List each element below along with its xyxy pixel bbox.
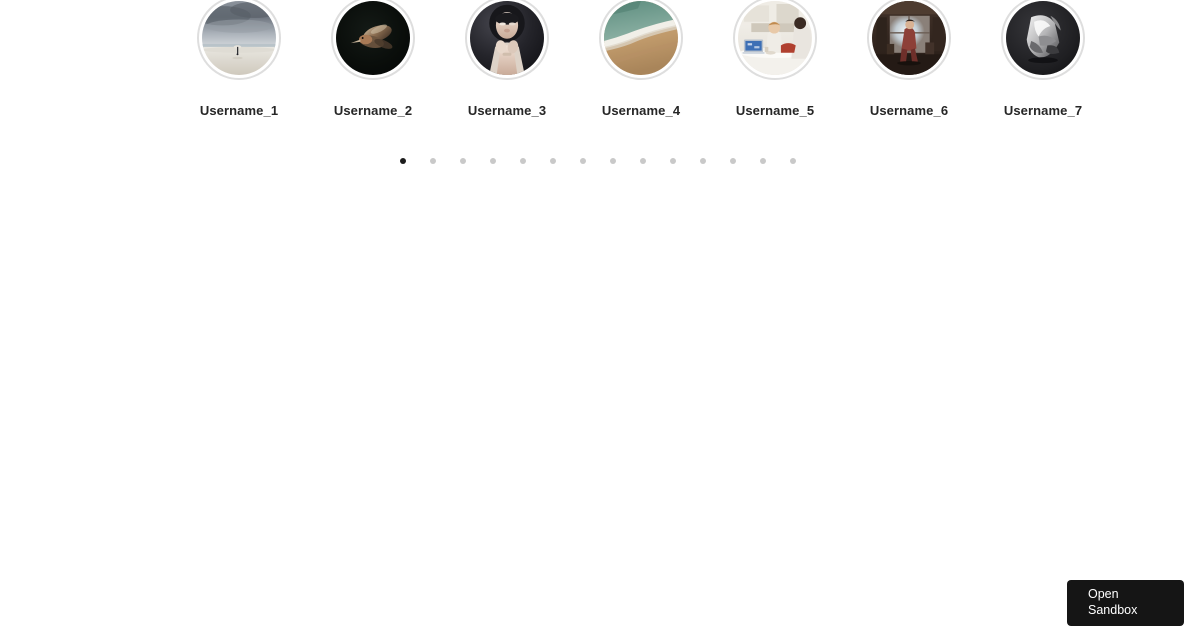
- pagination-dot[interactable]: [550, 158, 556, 164]
- story-slide[interactable]: Username_6: [842, 0, 976, 119]
- avatar-ring[interactable]: [465, 0, 549, 80]
- story-username: Username_1: [199, 103, 279, 118]
- pagination-dot[interactable]: [490, 158, 496, 164]
- story-username: Username_3: [467, 103, 547, 118]
- avatar-ring[interactable]: [1001, 0, 1085, 80]
- stories-carousel: Username_1 Username_2 Username_3 Usernam…: [172, 0, 1085, 119]
- pagination-dot[interactable]: [730, 158, 736, 164]
- story-username: Username_7: [1003, 103, 1083, 118]
- story-slide[interactable]: Username_1: [172, 0, 306, 119]
- story-username: Username_5: [735, 103, 815, 118]
- carousel-pagination[interactable]: [172, 158, 1060, 164]
- avatar-shoreline-aerial: [604, 1, 678, 75]
- avatar-portrait-woman: [470, 1, 544, 75]
- avatar-ring[interactable]: [599, 0, 683, 80]
- avatar-beach-storm-figure: [202, 1, 276, 75]
- pagination-dot[interactable]: [460, 158, 466, 164]
- pagination-dot[interactable]: [790, 158, 796, 164]
- pagination-dot[interactable]: [580, 158, 586, 164]
- avatar-ring[interactable]: [197, 0, 281, 80]
- pagination-dot[interactable]: [760, 158, 766, 164]
- avatar-interior-window-light: [872, 1, 946, 75]
- avatar-ring[interactable]: [867, 0, 951, 80]
- open-sandbox-button[interactable]: Open Sandbox: [1067, 580, 1184, 626]
- avatar-bird-dark: [336, 1, 410, 75]
- story-slide[interactable]: Username_5: [708, 0, 842, 119]
- story-slide[interactable]: Username_2: [306, 0, 440, 119]
- story-username: Username_2: [333, 103, 413, 118]
- pagination-dot[interactable]: [700, 158, 706, 164]
- carousel-track[interactable]: Username_1 Username_2 Username_3 Usernam…: [172, 0, 1085, 119]
- avatar-ring[interactable]: [733, 0, 817, 80]
- open-sandbox-line-1: Open: [1088, 587, 1119, 601]
- story-slide[interactable]: Username_7: [976, 0, 1110, 119]
- pagination-dot[interactable]: [520, 158, 526, 164]
- story-username: Username_4: [601, 103, 681, 118]
- pagination-dot[interactable]: [640, 158, 646, 164]
- avatar-kitchen-child-laptop: [738, 1, 812, 75]
- open-sandbox-line-2: Sandbox: [1088, 603, 1138, 617]
- pagination-dot[interactable]: [430, 158, 436, 164]
- story-slide[interactable]: Username_4: [574, 0, 708, 119]
- pagination-dot[interactable]: [670, 158, 676, 164]
- pagination-dot[interactable]: [610, 158, 616, 164]
- pagination-dot[interactable]: [400, 158, 406, 164]
- story-slide[interactable]: Username_3: [440, 0, 574, 119]
- avatar-abstract-sculpture-bw: [1006, 1, 1080, 75]
- story-username: Username_6: [869, 103, 949, 118]
- avatar-ring[interactable]: [331, 0, 415, 80]
